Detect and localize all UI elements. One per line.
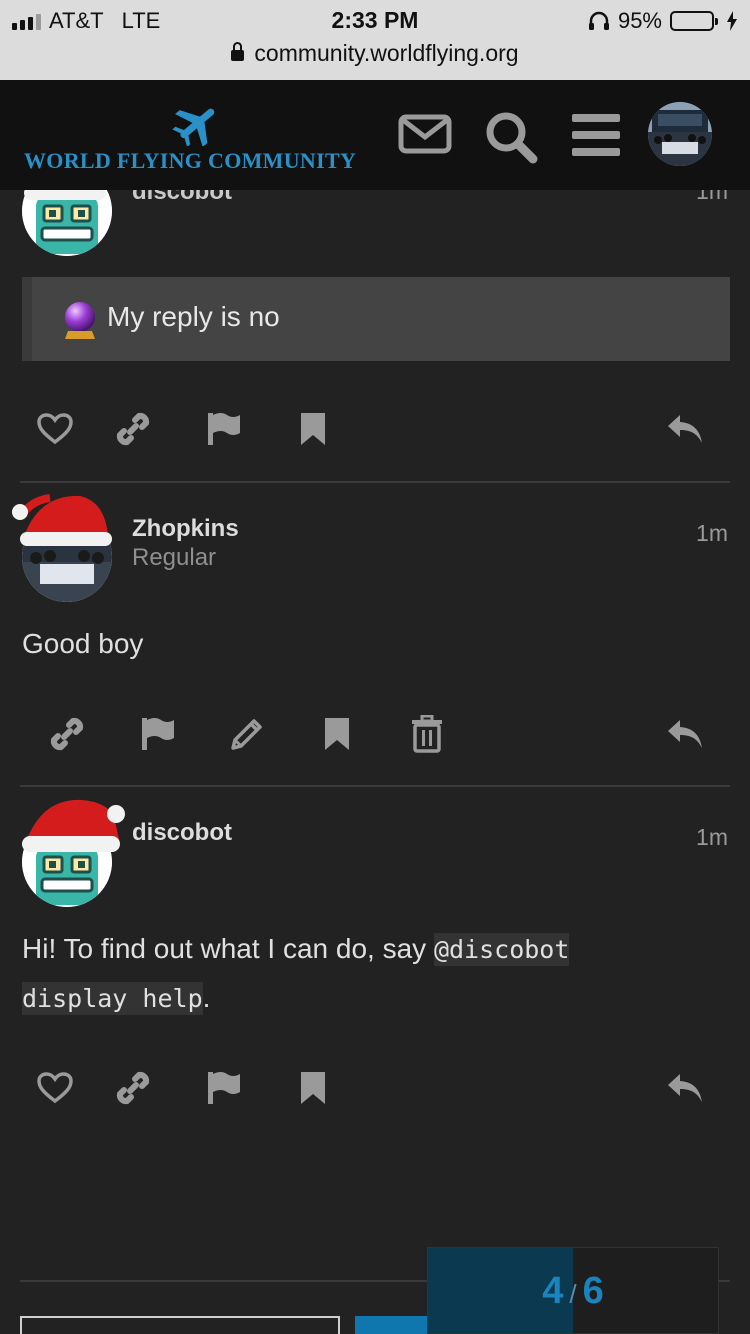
copy-link-button[interactable] bbox=[108, 404, 158, 454]
post-actions bbox=[0, 709, 750, 759]
post-divider bbox=[20, 481, 730, 483]
copy-link-button[interactable] bbox=[42, 709, 92, 759]
post-time[interactable]: 1m bbox=[696, 824, 728, 851]
flag-button[interactable] bbox=[132, 709, 182, 759]
inline-code: @discobot bbox=[433, 933, 570, 966]
site-header: WORLD FLYING COMMUNITY bbox=[0, 80, 750, 190]
bookmark-icon bbox=[301, 1072, 325, 1104]
battery-icon bbox=[670, 11, 718, 31]
flag-icon bbox=[208, 413, 240, 445]
address-bar[interactable]: community.worldflying.org bbox=[0, 40, 750, 67]
reply-icon bbox=[668, 1074, 702, 1102]
post-body: Hi! To find out what I can do, say @disc… bbox=[22, 925, 728, 1023]
post-actions bbox=[0, 404, 750, 454]
quote-block: My reply is no bbox=[22, 277, 730, 361]
flag-button[interactable] bbox=[198, 1063, 248, 1113]
battery-percent: 95% bbox=[617, 8, 662, 33]
reply-button[interactable] bbox=[660, 404, 710, 454]
like-button[interactable] bbox=[30, 1063, 80, 1113]
hamburger-menu-icon[interactable] bbox=[572, 114, 620, 156]
charging-bolt-icon bbox=[727, 11, 737, 31]
delete-button[interactable] bbox=[402, 709, 452, 759]
link-icon bbox=[116, 1071, 150, 1105]
reply-button[interactable] bbox=[660, 709, 710, 759]
edit-button[interactable] bbox=[222, 709, 272, 759]
bookmark-button[interactable] bbox=[288, 404, 338, 454]
site-logo[interactable]: WORLD FLYING COMMUNITY bbox=[24, 100, 374, 176]
bookmark-button[interactable] bbox=[312, 709, 362, 759]
search-icon[interactable] bbox=[484, 110, 538, 164]
inline-code: display help bbox=[22, 982, 203, 1015]
post-author[interactable]: Zhopkins bbox=[132, 515, 239, 543]
lock-icon bbox=[231, 42, 245, 61]
bookmark-button[interactable] bbox=[288, 1063, 338, 1113]
topic-progress[interactable]: 4/6 bbox=[427, 1247, 719, 1334]
body-text: . bbox=[202, 982, 211, 1013]
santa-hat-icon bbox=[12, 494, 112, 546]
airplane-logo-icon bbox=[172, 108, 215, 146]
link-icon bbox=[116, 412, 150, 446]
quote-text: My reply is no bbox=[107, 301, 280, 332]
progress-total: 6 bbox=[582, 1270, 604, 1312]
headphones-icon bbox=[588, 11, 609, 30]
pencil-icon bbox=[231, 719, 262, 750]
trash-icon bbox=[412, 715, 442, 753]
logo-text: WORLD FLYING COMMUNITY bbox=[24, 148, 357, 173]
status-right: 95% bbox=[588, 8, 738, 34]
body-text: Hi! To find out what I can do, say bbox=[22, 933, 434, 964]
like-button[interactable] bbox=[30, 404, 80, 454]
progress-label: 4/6 bbox=[428, 1270, 718, 1313]
post-body: Good boy bbox=[22, 628, 144, 659]
reply-icon bbox=[668, 720, 702, 748]
post-author[interactable]: discobot bbox=[132, 819, 232, 847]
progress-separator: / bbox=[569, 1279, 577, 1309]
status-bar: AT&T LTE 2:33 PM 95% community.worldflyi… bbox=[0, 0, 750, 80]
mail-icon[interactable] bbox=[398, 114, 452, 154]
heart-icon bbox=[37, 1072, 73, 1104]
heart-icon bbox=[37, 413, 73, 445]
post-divider bbox=[20, 785, 730, 787]
post-actions bbox=[0, 1063, 750, 1113]
progress-current: 4 bbox=[542, 1270, 564, 1312]
bookmark-icon bbox=[325, 718, 349, 750]
flag-button[interactable] bbox=[198, 404, 248, 454]
crystal-ball-icon bbox=[65, 302, 95, 339]
user-avatar[interactable] bbox=[648, 102, 712, 166]
bookmark-icon bbox=[301, 413, 325, 445]
primary-reply-button[interactable] bbox=[355, 1316, 427, 1334]
user-title: Regular bbox=[132, 544, 217, 571]
url-text: community.worldflying.org bbox=[254, 40, 519, 66]
link-icon bbox=[50, 717, 84, 751]
reply-icon bbox=[668, 415, 702, 443]
post-time[interactable]: 1m bbox=[696, 520, 728, 547]
flag-icon bbox=[208, 1072, 240, 1104]
flag-icon bbox=[142, 718, 174, 750]
copy-link-button[interactable] bbox=[108, 1063, 158, 1113]
reply-input-box[interactable] bbox=[20, 1316, 340, 1334]
santa-hat-icon bbox=[22, 799, 125, 852]
reply-button[interactable] bbox=[660, 1063, 710, 1113]
